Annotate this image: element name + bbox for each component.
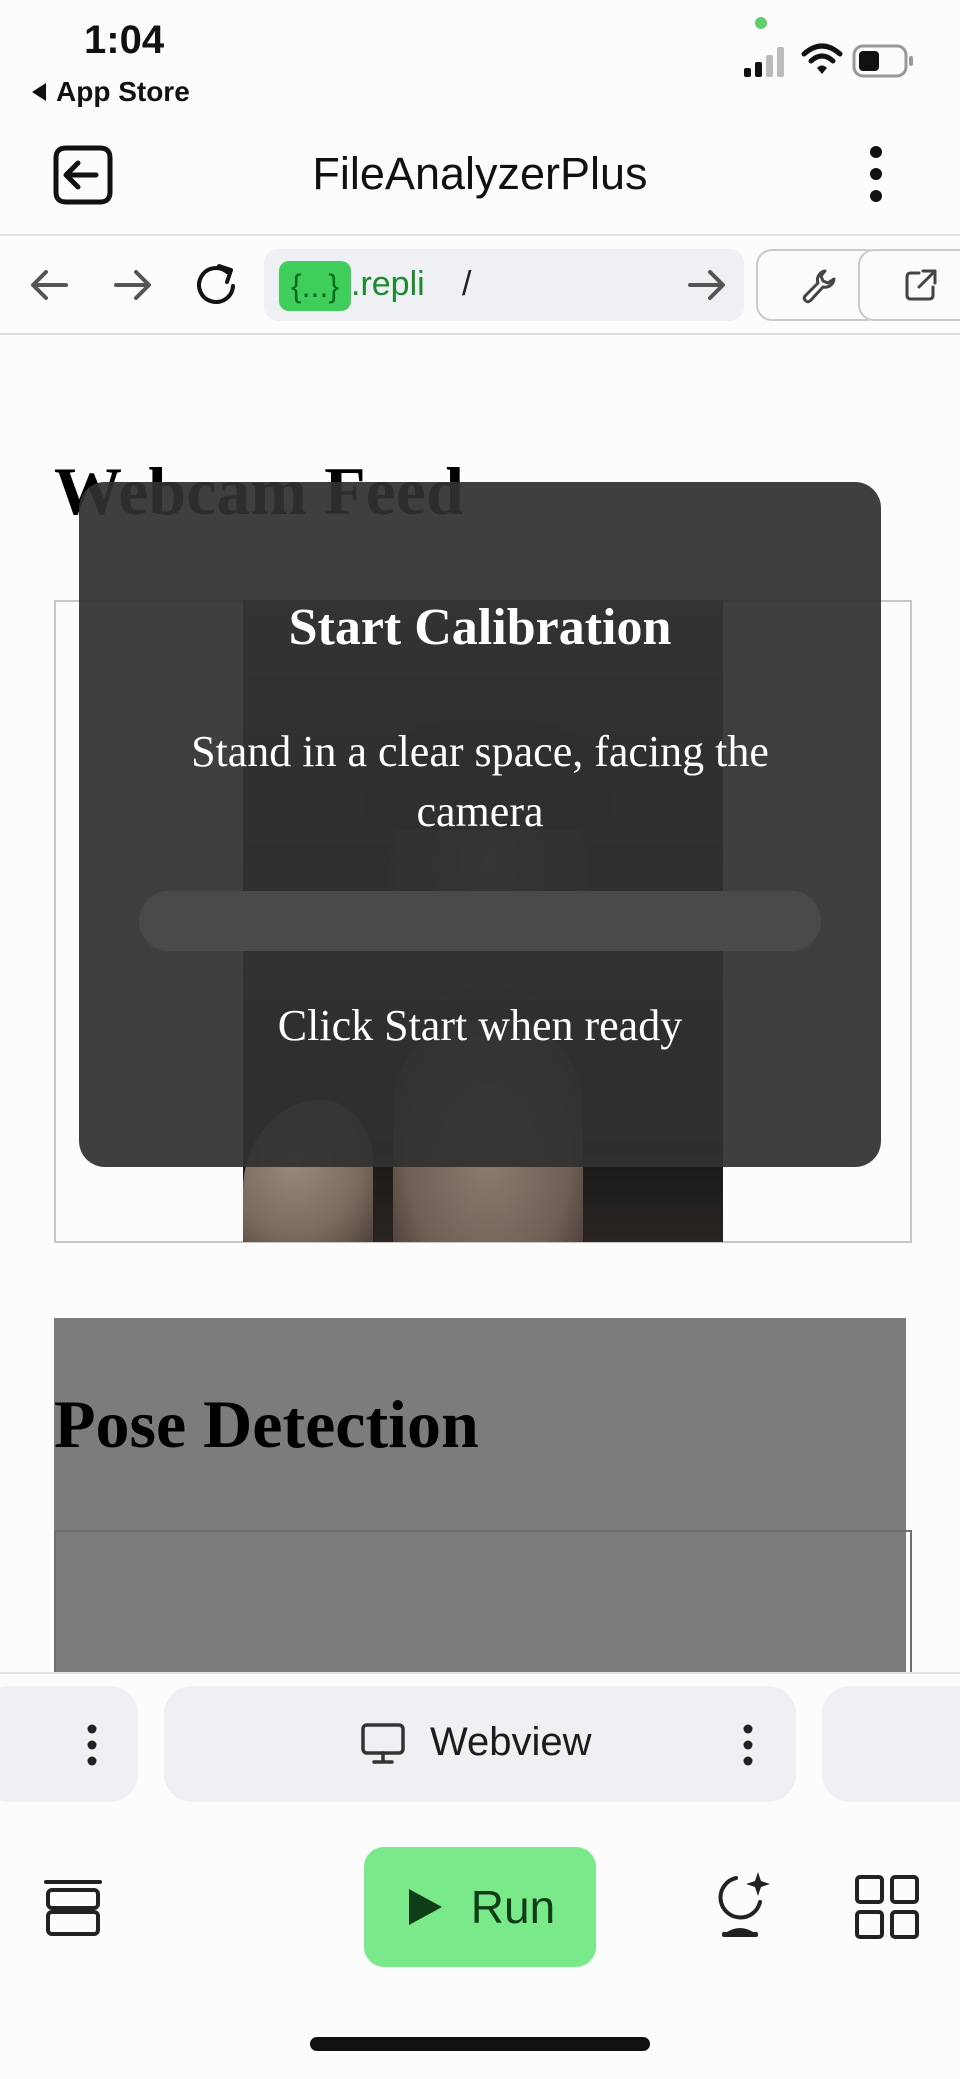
panels-stack-icon[interactable] xyxy=(42,1876,104,1938)
url-domain: .repli xyxy=(351,265,425,303)
back-to-app-store[interactable]: App Store xyxy=(30,76,190,108)
nav-back-arrow-icon[interactable] xyxy=(28,266,70,304)
tab-webview-label: Webview xyxy=(430,1720,592,1764)
nav-forward-arrow-icon[interactable] xyxy=(112,266,154,304)
play-icon xyxy=(408,1889,442,1925)
battery-icon xyxy=(852,44,913,78)
calibration-instruction: Stand in a clear space, facing the camer… xyxy=(191,727,769,836)
run-label: Run xyxy=(470,1881,556,1933)
header-divider xyxy=(0,234,960,236)
grid-apps-icon[interactable] xyxy=(854,1874,920,1940)
url-path: / xyxy=(462,265,472,303)
open-external-button[interactable] xyxy=(858,249,960,321)
tab-next[interactable] xyxy=(822,1686,960,1802)
privacy-indicator-dot xyxy=(755,17,767,29)
status-time: 1:04 xyxy=(84,18,165,62)
run-button[interactable]: Run xyxy=(364,1847,596,1967)
pose-canvas xyxy=(54,1530,912,1674)
app-title: FileAnalyzerPlus xyxy=(312,148,648,199)
pose-detection-heading: Pose Detection xyxy=(54,1386,479,1462)
home-indicator xyxy=(310,2037,650,2051)
wifi-icon xyxy=(801,43,843,74)
calibration-title: Start Calibration xyxy=(288,599,672,656)
calibration-ready-text: Click Start when ready xyxy=(277,1001,683,1050)
url-bar-divider xyxy=(0,333,960,335)
monitor-icon xyxy=(361,1723,405,1764)
back-triangle-icon xyxy=(32,83,46,101)
more-options-icon[interactable] xyxy=(864,144,888,204)
back-app-label: App Store xyxy=(56,76,190,107)
url-domain-chip: {...} xyxy=(279,261,351,311)
previous-tab-menu-icon[interactable] xyxy=(84,1723,100,1767)
signal-icon xyxy=(744,47,784,77)
calibration-progress-bar xyxy=(139,891,821,951)
tab-previous[interactable] xyxy=(0,1686,138,1802)
reload-icon[interactable] xyxy=(193,262,241,308)
external-link-icon xyxy=(905,269,937,301)
tab-strip-divider xyxy=(0,1672,960,1674)
webview-tab-menu-icon[interactable] xyxy=(740,1723,756,1767)
ai-assistant-icon[interactable] xyxy=(712,1868,778,1940)
url-go-arrow-icon[interactable] xyxy=(686,266,728,304)
wrench-icon xyxy=(802,269,836,304)
